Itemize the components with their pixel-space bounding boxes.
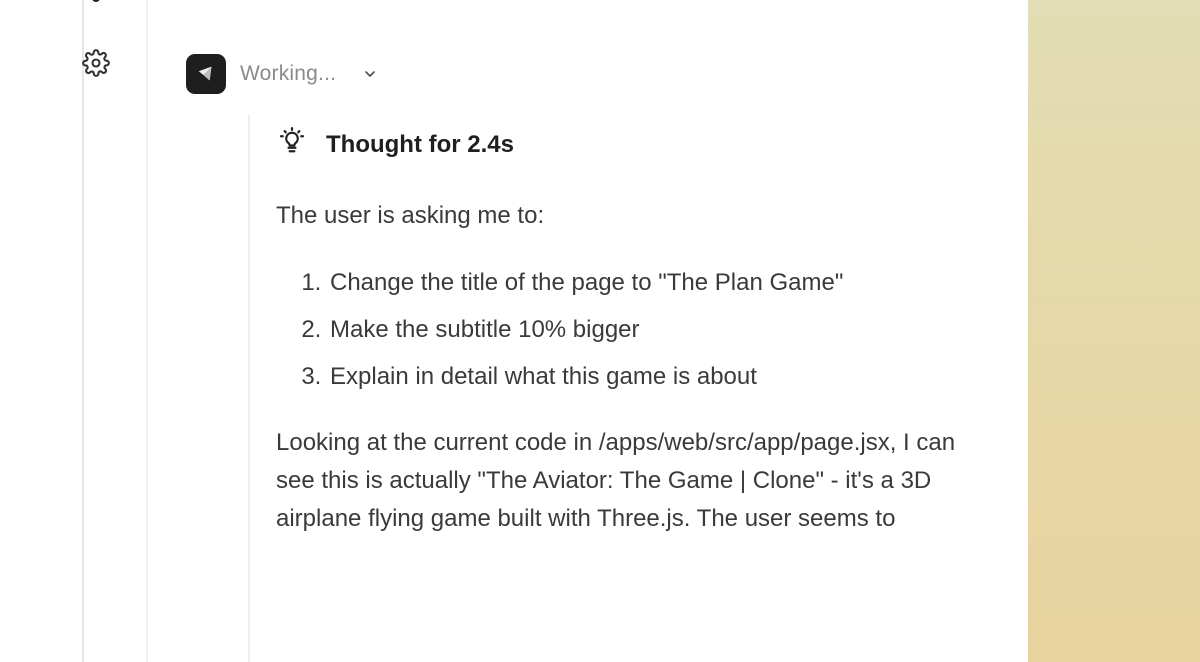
- agent-status-row: Working...: [186, 54, 380, 94]
- gear-icon[interactable]: [80, 47, 112, 79]
- thought-content: The user is asking me to: Change the tit…: [276, 197, 996, 538]
- thought-toggle[interactable]: Thought for 2.4s: [278, 127, 514, 162]
- preview-panel: [1028, 0, 1200, 662]
- app-root: Working... Thought for 2.4s The user is …: [0, 0, 1200, 662]
- thought-steps: Change the title of the page to "The Pla…: [276, 259, 996, 400]
- thought-intro: The user is asking me to:: [276, 202, 545, 229]
- agent-logo-icon: [186, 54, 226, 94]
- rail-indicator: [92, 0, 100, 2]
- fade-overlay: [250, 555, 1030, 662]
- list-item: Explain in detail what this game is abou…: [328, 353, 996, 400]
- left-rail: [0, 0, 84, 662]
- thought-title: Thought for 2.4s: [326, 130, 514, 158]
- agent-status-text: Working...: [240, 62, 337, 85]
- chat-panel: Working... Thought for 2.4s The user is …: [148, 0, 1030, 662]
- thought-block: Thought for 2.4s The user is asking me t…: [248, 115, 1030, 662]
- thought-paragraph: Looking at the current code in /apps/web…: [276, 429, 956, 532]
- list-item: Change the title of the page to "The Pla…: [328, 259, 996, 306]
- list-item: Make the subtitle 10% bigger: [328, 306, 996, 353]
- lightbulb-icon: [278, 127, 306, 162]
- chevron-down-icon[interactable]: [360, 64, 380, 84]
